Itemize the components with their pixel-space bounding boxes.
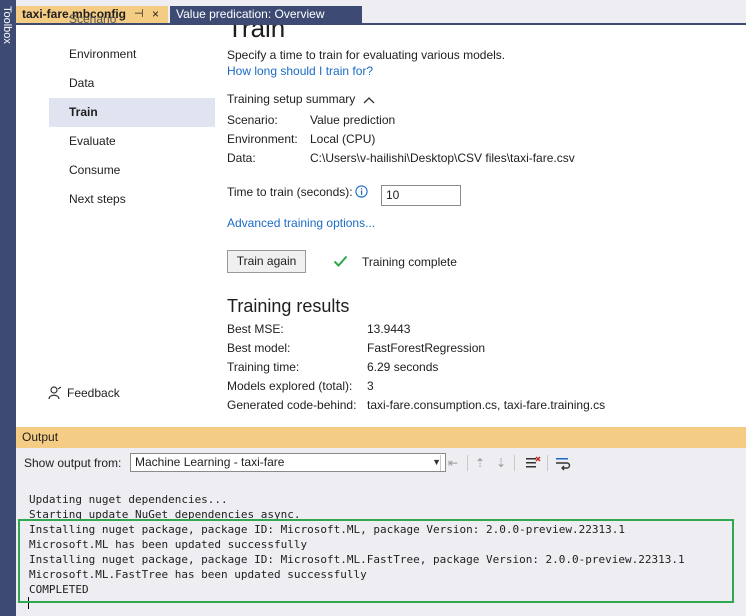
output-source-value: Machine Learning - taxi-fare	[135, 455, 285, 469]
time-to-train-label: Time to train (seconds):	[227, 185, 353, 199]
result-value: taxi-fare.consumption.cs, taxi-fare.trai…	[367, 398, 606, 412]
training-status: Training complete	[362, 255, 457, 269]
checkmark-icon	[333, 255, 348, 267]
show-output-from-label: Show output from:	[24, 456, 122, 470]
how-long-link[interactable]: How long should I train for?	[227, 63, 373, 79]
feedback-label: Feedback	[67, 386, 120, 400]
feedback-icon	[48, 386, 62, 400]
result-label: Generated code-behind:	[227, 398, 357, 412]
results-title: Training results	[227, 296, 350, 316]
result-value: 6.29 seconds	[367, 360, 439, 374]
summary-value: Value prediction	[310, 113, 396, 127]
result-label: Best MSE:	[227, 322, 284, 336]
nav-item-next-steps[interactable]: Next steps	[49, 185, 215, 214]
page-title: Train	[227, 25, 286, 43]
find-message-icon[interactable]: ⇤	[444, 454, 462, 472]
word-wrap-icon[interactable]	[554, 454, 572, 472]
info-icon[interactable]	[355, 185, 368, 198]
nav-item-scenario[interactable]: Scenario	[49, 13, 215, 28]
nav-item-consume[interactable]: Consume	[49, 156, 215, 185]
result-value: 13.9443	[367, 322, 411, 336]
result-label: Models explored (total):	[227, 379, 353, 393]
output-panel: Output Show output from: Machine Learnin…	[16, 427, 746, 616]
result-label: Training time:	[227, 360, 300, 374]
advanced-training-options-link[interactable]: Advanced training options...	[227, 215, 375, 231]
time-to-train-input[interactable]: 10	[381, 185, 461, 206]
next-message-icon[interactable]: ⇣	[492, 454, 510, 472]
output-source-select[interactable]: Machine Learning - taxi-fare ▼	[130, 453, 446, 472]
toolbox-label[interactable]: Toolbox	[1, 6, 13, 44]
summary-value: Local (CPU)	[310, 132, 376, 146]
summary-value: C:\Users\v-hailishi\Desktop\CSV files\ta…	[310, 151, 575, 165]
output-header: Output	[16, 427, 746, 448]
nav-item-environment[interactable]: Environment	[49, 40, 215, 69]
chevron-up-icon	[363, 96, 375, 104]
result-value: 3	[367, 379, 374, 393]
summary-toggle[interactable]: Training setup summary	[227, 91, 375, 107]
result-value: FastForestRegression	[367, 341, 486, 355]
log-line: Updating nuget dependencies...	[29, 493, 228, 506]
summary-label: Data:	[227, 151, 256, 165]
train-again-button[interactable]: Train again	[227, 250, 306, 273]
nav-item-evaluate[interactable]: Evaluate	[49, 127, 215, 156]
train-page: Train Specify a time to train for evalua…	[227, 25, 737, 423]
summary-title: Training setup summary	[227, 92, 356, 106]
summary-label: Environment:	[227, 132, 298, 146]
summary-label: Scenario:	[227, 113, 278, 127]
toolbox-strip[interactable]: Toolbox	[0, 0, 16, 616]
nav-item-data[interactable]: Data	[49, 69, 215, 98]
highlight-box	[18, 519, 734, 603]
result-label: Best model:	[227, 341, 291, 355]
nav-item-train[interactable]: Train	[49, 98, 215, 127]
output-title: Output	[22, 430, 59, 444]
previous-message-icon[interactable]: ⇡	[471, 454, 489, 472]
clear-all-icon[interactable]	[524, 454, 542, 472]
intro-text: Specify a time to train for evaluating v…	[227, 48, 506, 62]
